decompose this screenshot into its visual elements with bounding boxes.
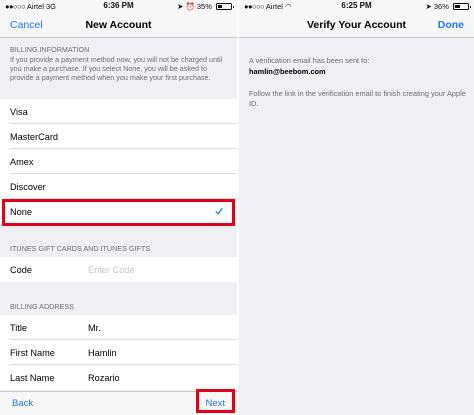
- title-field-row[interactable]: Title Mr.: [0, 315, 237, 340]
- location-icon: ➤: [177, 2, 184, 11]
- page-title: New Account: [85, 19, 152, 31]
- status-right: ➤ 36%: [425, 2, 471, 11]
- verification-instruction: Follow the link in the verification emai…: [249, 89, 466, 108]
- none-highlight-box: [2, 199, 235, 226]
- verify-account-screen: ●●○○○ Airtel ◠ 6:25 PM ➤ 36% Verify Your…: [239, 0, 474, 415]
- done-button[interactable]: Done: [438, 19, 464, 31]
- first-name-field-row[interactable]: First Name Hamlin: [0, 340, 237, 365]
- option-label: Visa: [10, 107, 28, 117]
- payment-option-mastercard[interactable]: MasterCard: [0, 124, 237, 149]
- status-bar: ●●○○○ Airtel ◠ 6:25 PM ➤ 36%: [239, 0, 474, 12]
- last-name-input[interactable]: Rozario: [88, 373, 120, 383]
- billing-info-note: If you provide a payment method now, you…: [10, 55, 223, 82]
- navigation-bar: Verify Your Account Done: [239, 12, 474, 38]
- alarm-icon: ⏰: [185, 2, 195, 11]
- code-input[interactable]: Enter Code: [88, 265, 134, 275]
- battery-icon: [453, 3, 471, 10]
- first-name-label: First Name: [10, 348, 55, 358]
- verification-email: hamlin@beebom.com: [249, 67, 326, 76]
- last-name-field-row[interactable]: Last Name Rozario: [0, 365, 237, 390]
- billing-info-header: BILLING INFORMATION: [10, 45, 90, 54]
- status-right: ➤ ⏰ 35%: [177, 2, 234, 11]
- status-bar: ●●○○○ Airtel 3G 6:36 PM ➤ ⏰ 35%: [0, 0, 237, 12]
- verification-message: A verification email has been sent to:: [249, 56, 370, 65]
- option-label: MasterCard: [10, 132, 58, 142]
- last-name-label: Last Name: [10, 373, 55, 383]
- back-button[interactable]: Back: [12, 398, 33, 409]
- battery-percent: 36%: [433, 2, 449, 11]
- new-account-screen: ●●○○○ Airtel 3G 6:36 PM ➤ ⏰ 35% Cancel N…: [0, 0, 237, 415]
- navigation-bar: Cancel New Account: [0, 12, 237, 38]
- next-highlight-box: [196, 389, 235, 413]
- payment-option-discover[interactable]: Discover: [0, 174, 237, 199]
- composite-screenshot: ●●○○○ Airtel 3G 6:36 PM ➤ ⏰ 35% Cancel N…: [0, 0, 474, 415]
- code-label: Code: [10, 265, 32, 275]
- option-label: Discover: [10, 182, 46, 192]
- payment-option-visa[interactable]: Visa: [0, 99, 237, 124]
- first-name-input[interactable]: Hamlin: [88, 348, 117, 358]
- payment-option-amex[interactable]: Amex: [0, 149, 237, 174]
- gift-code-row[interactable]: Code Enter Code: [0, 257, 237, 282]
- battery-icon: [216, 3, 234, 10]
- location-icon: ➤: [425, 2, 432, 11]
- option-label: Amex: [10, 157, 34, 167]
- title-input[interactable]: Mr.: [88, 323, 101, 333]
- billing-address-header: BILLING ADDRESS: [10, 302, 74, 311]
- gift-cards-header: ITUNES GIFT CARDS AND ITUNES GIFTS: [10, 244, 151, 253]
- battery-percent: 35%: [196, 2, 212, 11]
- title-label: Title: [10, 323, 28, 333]
